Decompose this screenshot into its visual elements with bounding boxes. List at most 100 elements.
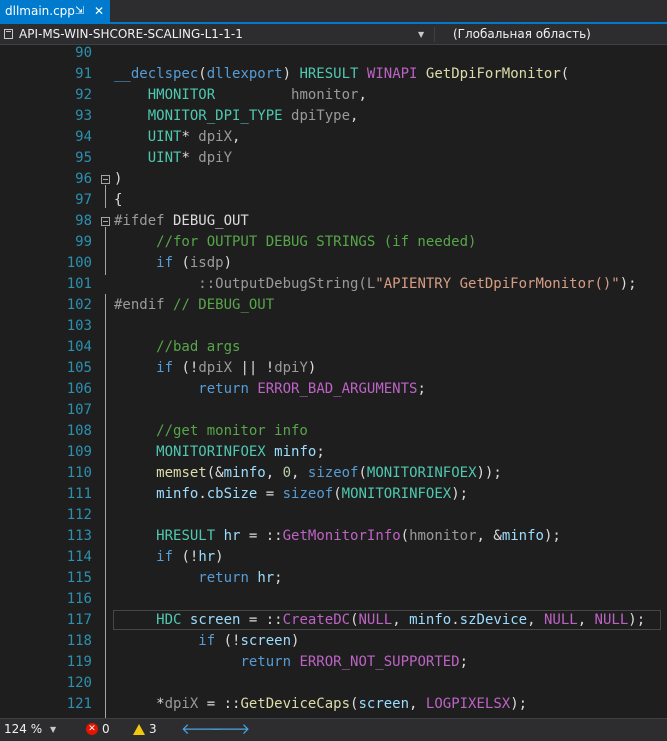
code-line[interactable]: #endif // DEBUG_OUT — [114, 295, 274, 316]
scope-dropdown[interactable]: API-MS-WIN-SHCORE-SCALING-L1-1-1 ▼ — [0, 25, 432, 44]
error-icon: ✕ — [86, 723, 98, 735]
line-number: 101 — [66, 276, 92, 292]
code-line[interactable]: if (isdp) — [114, 253, 232, 274]
code-token: cbSize — [206, 486, 258, 502]
warning-count: 3 — [149, 722, 157, 736]
code-token: ; — [316, 444, 325, 460]
code-token: #ifdef — [114, 213, 165, 229]
code-token: (! — [173, 360, 199, 376]
code-token: = :: — [240, 528, 283, 544]
code-line[interactable]: return ERROR_NOT_SUPPORTED; — [114, 652, 468, 673]
code-token: screen — [240, 633, 292, 649]
fold-guide — [105, 294, 106, 718]
navigate-forward-icon[interactable]: 🡒 — [210, 720, 250, 739]
fold-guide — [105, 227, 106, 275]
code-line[interactable]: HMONITOR hmonitor, — [114, 85, 367, 106]
tab-dllmain-cpp[interactable]: dllmain.cpp ⇲ ✕ — [0, 0, 110, 22]
code-line[interactable]: return hr; — [114, 568, 282, 589]
collapse-icon[interactable] — [101, 175, 110, 184]
code-line[interactable]: ) — [114, 169, 122, 190]
code-token: dllexport — [206, 66, 283, 82]
pin-icon[interactable]: ⇲ — [75, 0, 84, 22]
code-token: hr — [223, 528, 241, 544]
code-token: MONITORINFOEX — [341, 486, 452, 502]
code-token: __declspec — [114, 66, 199, 82]
member-dropdown[interactable]: (Глобальная область) — [437, 25, 667, 44]
zoom-dropdown[interactable]: 124 % ▼ — [0, 721, 64, 738]
code-editor[interactable]: 90 91 __declspec(dllexport) HRESULT WINAPI… — [0, 45, 667, 718]
code-token: GetMonitorInfo — [282, 528, 401, 544]
code-line[interactable]: __declspec(dllexport) HRESULT WINAPI Get… — [114, 64, 569, 85]
code-token: , — [527, 612, 544, 628]
code-token: ); — [510, 696, 528, 712]
code-line[interactable]: return ERROR_BAD_ARGUMENTS; — [114, 379, 426, 400]
code-line[interactable]: ::OutputDebugString(L"APIENTRY GetDpiFor… — [114, 274, 636, 295]
code-token: NULL — [594, 612, 629, 628]
code-token: minfo — [223, 465, 266, 481]
code-line[interactable]: UINT* dpiX, — [114, 127, 241, 148]
code-line[interactable]: #ifdef DEBUG_OUT — [114, 211, 249, 232]
zoom-level: 124 % — [4, 722, 43, 736]
code-token: GetDpiForMonitor — [425, 66, 561, 82]
code-token: , — [232, 129, 241, 145]
code-token: //get monitor info — [114, 423, 308, 439]
code-token: (& — [206, 465, 224, 481]
code-token: ); — [451, 486, 469, 502]
line-number: 104 — [66, 339, 92, 355]
code-token: = :: — [240, 612, 283, 628]
line-number: 118 — [66, 633, 92, 649]
code-token: sizeof — [307, 465, 359, 481]
code-token: ; — [417, 381, 426, 397]
line-number: 91 — [75, 66, 92, 82]
collapse-icon[interactable] — [101, 217, 110, 226]
code-token: sizeof — [282, 486, 334, 502]
code-token: ( — [358, 465, 367, 481]
line-number: 121 — [66, 696, 92, 712]
code-token: hr — [198, 549, 216, 565]
line-number: 103 — [66, 318, 92, 334]
line-number: 109 — [66, 444, 92, 460]
code-token: HMONITOR — [147, 87, 216, 103]
code-token: MONITORINFOEX — [156, 444, 266, 460]
code-line[interactable]: memset(&minfo, 0, sizeof(MONITORINFOEX))… — [114, 463, 502, 484]
code-line[interactable]: //bad args — [114, 337, 240, 358]
warning-icon — [133, 724, 145, 735]
code-line[interactable]: *dpiX = ::GetDeviceCaps(screen, LOGPIXEL… — [114, 694, 527, 715]
line-number: 119 — [66, 654, 92, 670]
code-line[interactable]: MONITOR_DPI_TYPE dpiType, — [114, 106, 359, 127]
code-line[interactable]: minfo.cbSize = sizeof(MONITORINFOEX); — [114, 484, 468, 505]
code-line[interactable]: UINT* dpiY — [114, 148, 232, 169]
code-line[interactable]: if (!dpiX || !dpiY) — [114, 358, 316, 379]
close-icon[interactable]: ✕ — [94, 0, 104, 22]
line-number: 114 — [66, 549, 92, 565]
line-number: 90 — [75, 45, 92, 61]
member-dropdown-label: (Глобальная область) — [453, 27, 591, 41]
code-line[interactable]: HDC screen = ::CreateDC(NULL, minfo.szDe… — [114, 610, 645, 631]
navigate-back-icon[interactable]: 🡐 — [181, 720, 221, 739]
code-token: , — [577, 612, 595, 628]
code-line[interactable]: //for OUTPUT DEBUG STRINGS (if needed) — [114, 232, 476, 253]
code-line[interactable]: if (!hr) — [114, 547, 223, 568]
code-line[interactable]: { — [114, 190, 122, 211]
code-token: return — [198, 570, 249, 586]
line-number: 93 — [75, 108, 92, 124]
code-line[interactable]: HRESULT hr = ::GetMonitorInfo(hmonitor, … — [114, 526, 561, 547]
code-line[interactable]: if (!screen) — [114, 631, 299, 652]
code-token: , — [291, 465, 308, 481]
code-token: "APIENTRY GetDpiForMonitor()" — [375, 276, 620, 292]
code-line[interactable]: MONITORINFOEX minfo; — [114, 442, 325, 463]
code-token: if — [156, 255, 174, 271]
code-line[interactable]: //get monitor info — [114, 421, 308, 442]
code-token: DEBUG_OUT — [164, 213, 249, 229]
